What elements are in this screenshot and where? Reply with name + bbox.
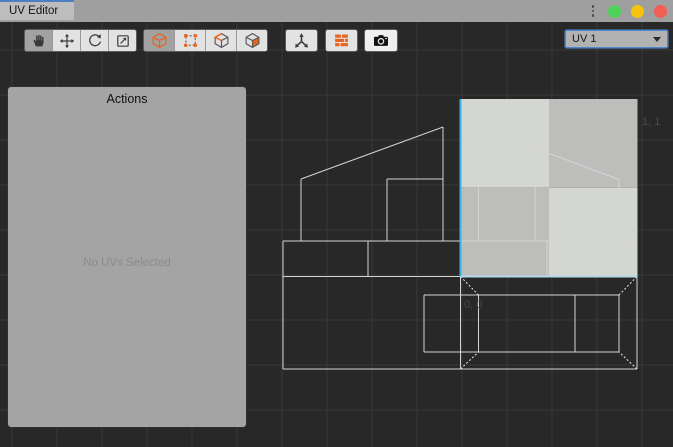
- splay-arrows-icon: [293, 32, 310, 49]
- more-menu-icon[interactable]: [588, 2, 599, 20]
- titlebar: UV Editor: [0, 0, 673, 22]
- uv-mode-button[interactable]: [144, 30, 175, 51]
- edge-mode-button[interactable]: [206, 30, 237, 51]
- vertex-mode-button[interactable]: [175, 30, 206, 51]
- actions-panel: Actions No UVs Selected: [8, 87, 246, 427]
- chevron-down-icon: [653, 37, 661, 42]
- tab-uv-editor[interactable]: UV Editor: [0, 0, 74, 20]
- scale-tool-button[interactable]: [109, 30, 136, 51]
- vertex-corners-icon: [182, 32, 199, 49]
- tool-group: [24, 29, 137, 52]
- bricks-icon: [333, 32, 350, 49]
- cube-face-icon: [244, 32, 261, 49]
- element-mode-group: [143, 29, 268, 52]
- rotate-icon: [87, 33, 103, 49]
- camera-icon: [372, 32, 390, 49]
- cube-orange-icon: [151, 32, 168, 49]
- uv-channel-value: UV 1: [572, 33, 653, 45]
- move-arrows-icon: [59, 33, 75, 49]
- no-uvs-selected-message: No UVs Selected: [8, 257, 246, 269]
- texture-preview-button[interactable]: [325, 29, 358, 52]
- svg-text:0, 0: 0, 0: [464, 299, 482, 311]
- traffic-light-yellow[interactable]: [631, 5, 644, 18]
- rotate-tool-button[interactable]: [81, 30, 109, 51]
- pan-tool-button[interactable]: [25, 30, 53, 51]
- traffic-light-red[interactable]: [654, 5, 667, 18]
- svg-text:1, 1: 1, 1: [642, 116, 660, 128]
- uv-channel-select[interactable]: UV 1: [565, 30, 668, 48]
- move-tool-button[interactable]: [53, 30, 81, 51]
- hand-icon: [31, 33, 47, 49]
- uv-editor-window: { "window": { "title": "UV Editor", "tab…: [0, 0, 673, 447]
- actions-panel-title: Actions: [8, 87, 246, 106]
- face-mode-button[interactable]: [237, 30, 267, 51]
- cube-edge-icon: [213, 32, 230, 49]
- uv-screenshot-button[interactable]: [364, 29, 398, 52]
- traffic-light-green[interactable]: [608, 5, 621, 18]
- project-uvs-button[interactable]: [285, 29, 318, 52]
- scale-icon: [115, 33, 131, 49]
- window-title: UV Editor: [9, 5, 58, 17]
